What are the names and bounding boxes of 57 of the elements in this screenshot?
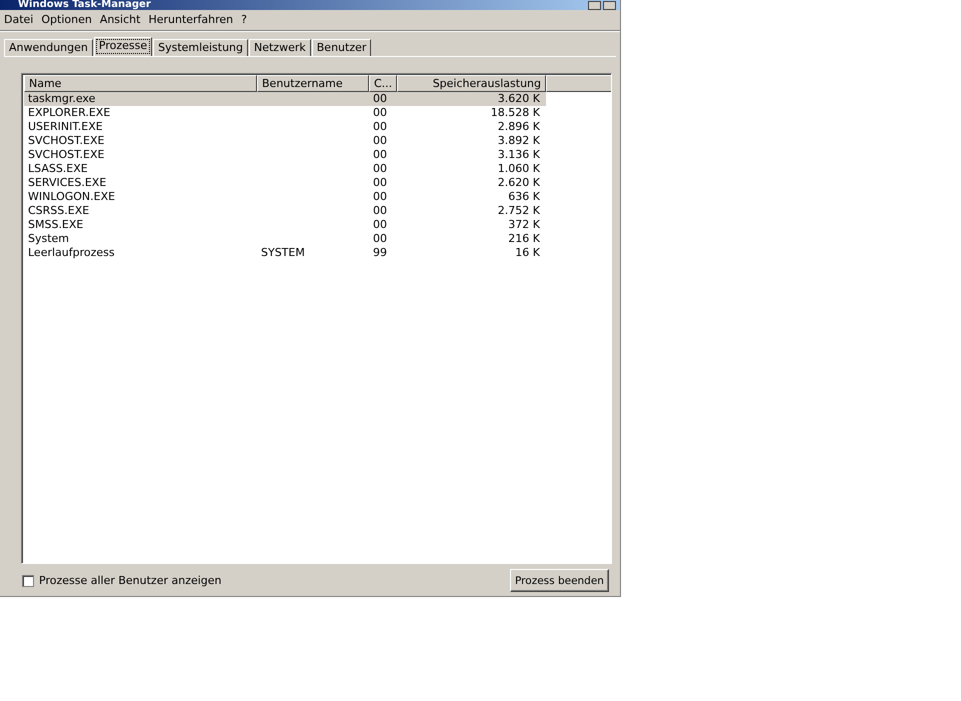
checkbox-label[interactable]: Prozesse aller Benutzer anzeigen	[39, 574, 222, 587]
table-cell: System	[28, 232, 70, 245]
tab[interactable]: Prozesse	[94, 37, 152, 56]
menu-item[interactable]: Herunterfahren	[144, 12, 238, 28]
tab[interactable]: Systemleistung	[153, 39, 248, 56]
table-cell: 2.752 K	[498, 204, 540, 217]
table-cell: SVCHOST.EXE	[28, 148, 104, 161]
table-cell: CSRSS.EXE	[28, 204, 90, 217]
table-cell: EXPLORER.EXE	[28, 106, 110, 119]
end-process-button[interactable]: Prozess beenden	[510, 569, 609, 592]
table-cell: 372 K	[508, 218, 540, 231]
table-cell: taskmgr.exe	[28, 92, 96, 105]
table-cell: 00	[373, 148, 387, 161]
table-cell: Leerlaufprozess	[28, 246, 115, 259]
table-cell: SERVICES.EXE	[28, 176, 106, 189]
tab[interactable]: Benutzer	[312, 39, 372, 56]
column-header[interactable]: Speicherauslastung	[397, 75, 546, 92]
checkbox[interactable]	[22, 574, 34, 586]
maximize-icon[interactable]	[603, 1, 616, 10]
column-header[interactable]: Benutzername	[257, 75, 369, 92]
column-header[interactable]: Name	[24, 75, 257, 92]
table-cell: SYSTEM	[261, 246, 305, 259]
menu-item[interactable]: Datei	[0, 12, 38, 28]
table-cell: 18.528 K	[490, 106, 540, 119]
table-cell: 2.896 K	[498, 120, 540, 133]
menu-item[interactable]: Ansicht	[96, 12, 144, 28]
table-cell: 00	[373, 190, 387, 203]
table-cell: SMSS.EXE	[28, 218, 84, 231]
tab[interactable]: Netzwerk	[249, 39, 311, 56]
table-cell: 99	[373, 246, 387, 259]
selected-row[interactable]: taskmgr.exe 00 3.620 K	[24, 92, 546, 106]
table-cell: USERINIT.EXE	[28, 120, 103, 133]
menu-item[interactable]: Optionen	[37, 12, 96, 28]
table-cell: 00	[373, 218, 387, 231]
table-cell: 216 K	[508, 232, 540, 245]
column-header[interactable]: C...	[369, 75, 397, 92]
table-cell: 00	[373, 176, 387, 189]
table-cell: 00	[373, 162, 387, 175]
table-cell: 00	[373, 204, 387, 217]
table-cell: 00	[373, 232, 387, 245]
table-cell: 636 K	[508, 190, 540, 203]
table-cell: 00	[373, 134, 387, 147]
table-cell: 3.136 K	[498, 148, 540, 161]
table-cell: 3.620 K	[498, 92, 540, 105]
minimize-icon[interactable]	[588, 1, 601, 10]
tab[interactable]: Anwendungen	[4, 39, 93, 56]
table-cell: WINLOGON.EXE	[28, 190, 116, 203]
menu-item[interactable]: ?	[237, 12, 251, 28]
table-cell: 3.892 K	[498, 134, 540, 147]
table-cell: SVCHOST.EXE	[28, 134, 104, 147]
table-cell: 00	[373, 120, 387, 133]
table-cell: 1.060 K	[498, 162, 540, 175]
table-cell: 2.620 K	[498, 176, 540, 189]
table-cell: 16 K	[515, 246, 540, 259]
table-cell: LSASS.EXE	[28, 162, 88, 175]
table-cell: 00	[373, 106, 387, 119]
table-cell: 00	[373, 92, 387, 105]
